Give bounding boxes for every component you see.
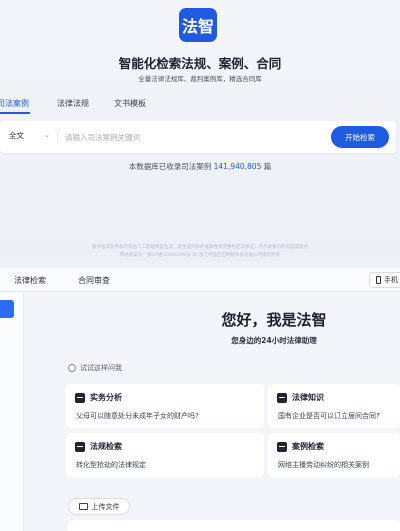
folder-icon [78,503,88,510]
chat-input[interactable] [68,520,400,531]
suggestion-card-law-search[interactable]: 法规检索 转化型抢劫的法律规定 [66,433,264,477]
search-scope-select[interactable]: 全文 [9,130,24,141]
card-desc: 父母可以随意处分未成年子女的财产吗? [76,412,199,420]
search-button[interactable]: 开始检索 [331,126,389,148]
search-section: 法智 智能化检索法规、案例、合同 全量法律法规库、裁判案例库，精选合同库 司法案… [0,0,400,262]
suggestion-card-case-search[interactable]: 案例检索 网络主播劳动纠纷的相关案例 [268,433,400,477]
app-logo: 法智 [179,8,217,42]
search-input[interactable] [65,129,315,145]
card-title: 案例检索 [292,442,324,451]
greeting-subtitle: 您身边的24小时法律助理 [231,336,317,345]
chat-tabs: 法律检索 合同审查 手机 [0,268,400,292]
suggestion-card-knowledge[interactable]: 法律知识 国有企业是否可以订立居间合同? [268,384,400,428]
divider [57,130,58,143]
history-sidebar [0,293,24,531]
greeting-title: 您好，我是法智 [221,311,327,329]
case-icon [277,441,287,452]
card-title: 实务分析 [90,393,122,402]
db-count-number: 141,940,805 [213,162,262,171]
mobile-button[interactable]: 手机 [369,272,400,288]
db-count-prefix: 本数据库已收录司法案例 [128,162,212,171]
active-tab-underline [0,112,30,114]
suggestion-card-practice[interactable]: 实务分析 父母可以随意处分未成年子女的财产吗? [66,384,264,428]
tab-judicial-cases[interactable]: 司法案例 [0,98,29,109]
disclaimer: 服务名或您所有内容由人工智能模型生成，其生成内容的准确性和完整性无法保证，不代表… [0,244,400,260]
card-desc: 转化型抢劫的法律规定 [76,461,146,469]
law-icon [75,441,85,452]
chat-section: 法律检索 合同审查 手机 您好，我是法智 您身边的24小时法律助理 试试这样问我… [0,268,400,531]
hero-title: 智能化检索法规、案例、合同 [118,56,282,71]
disclaimer-line-2: 网站备案号：浙ICP备10056399号-35 浙江阿里巴巴网络科技有限公司版权… [119,253,281,258]
tab-legal-search[interactable]: 法律检索 [14,275,46,286]
knowledge-icon [277,392,287,403]
search-tabs: 司法案例 法律法规 文书模板 [0,98,400,112]
card-title: 法律知识 [292,393,324,402]
upload-file-button[interactable]: 上传文件 [68,498,130,515]
try-asking-label: 试试这样问我 [68,363,122,373]
card-desc: 网络主播劳动纠纷的相关案例 [278,461,369,469]
db-count-suffix: 篇 [263,162,272,171]
upload-file-label: 上传文件 [91,502,120,511]
sidebar-toggle[interactable] [0,300,14,318]
card-title: 法规检索 [90,442,122,451]
disclaimer-line-1: 服务名或您所有内容由人工智能模型生成，其生成内容的准确性和完整性无法保证，不代表… [92,245,308,250]
lightbulb-icon [68,364,76,372]
phone-icon [376,276,381,284]
chevron-down-icon[interactable]: ⌄ [44,131,50,139]
tab-document-templates[interactable]: 文书模板 [114,98,146,109]
database-count: 本数据库已收录司法案例 141,940,805 篇 [0,161,400,172]
analysis-icon [75,392,85,403]
tab-contract-review[interactable]: 合同审查 [78,275,110,286]
card-desc: 国有企业是否可以订立居间合同? [278,412,380,420]
hero-subtitle: 全量法律法规库、裁判案例库，精选合同库 [138,75,262,83]
try-asking-text: 试试这样问我 [80,364,122,372]
search-box: 全文 ⌄ 开始检索 [0,121,396,153]
tab-laws-regulations[interactable]: 法律法规 [57,98,89,109]
mobile-button-label: 手机 [384,276,398,284]
